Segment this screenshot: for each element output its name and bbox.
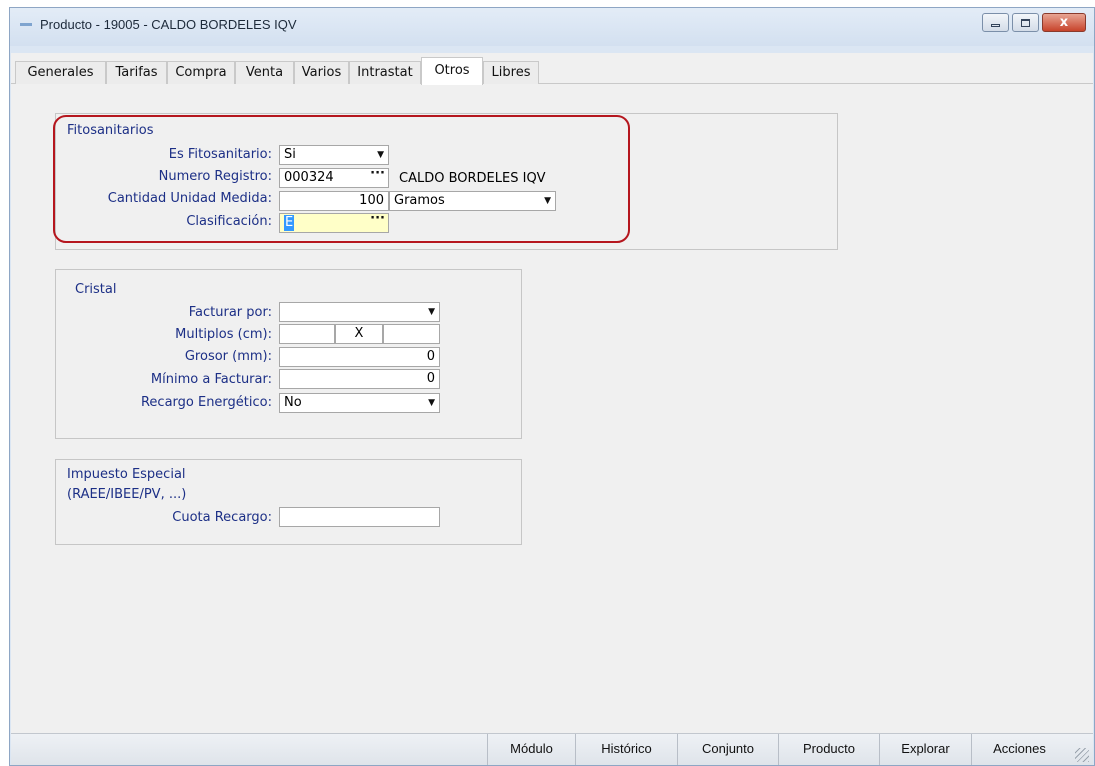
producto-button[interactable]: Producto bbox=[778, 734, 879, 765]
recargo-energetico-label: Recargo Energético: bbox=[140, 395, 272, 410]
tab-varios[interactable]: Varios bbox=[294, 61, 349, 84]
modulo-button[interactable]: Módulo bbox=[487, 734, 575, 765]
chevron-down-icon: ▼ bbox=[377, 150, 384, 160]
multiplos-ancho-input[interactable] bbox=[279, 324, 335, 344]
cuota-recargo-label: Cuota Recargo: bbox=[172, 510, 272, 525]
grosor-input[interactable]: 0 bbox=[279, 347, 440, 367]
tab-compra[interactable]: Compra bbox=[167, 61, 235, 84]
clasificacion-label: Clasificación: bbox=[186, 214, 272, 229]
tab-strip: Generales Tarifas Compra Venta Varios In… bbox=[11, 53, 1093, 85]
conjunto-button[interactable]: Conjunto bbox=[677, 734, 778, 765]
chevron-down-icon: ▼ bbox=[428, 307, 435, 317]
multiplos-label: Multiplos (cm): bbox=[175, 327, 272, 342]
chevron-down-icon: ▼ bbox=[544, 196, 551, 206]
unidad-medida-select[interactable]: Gramos ▼ bbox=[389, 191, 556, 211]
numero-registro-label: Numero Registro: bbox=[158, 169, 272, 184]
window-title: Producto - 19005 - CALDO BORDELES IQV bbox=[40, 17, 297, 32]
tab-intrastat[interactable]: Intrastat bbox=[349, 61, 421, 84]
es-fitosanitario-label: Es Fitosanitario: bbox=[168, 147, 272, 162]
tab-libres[interactable]: Libres bbox=[483, 61, 539, 84]
recargo-energetico-select[interactable]: No ▼ bbox=[279, 393, 440, 413]
facturar-por-label: Facturar por: bbox=[188, 305, 272, 320]
ellipsis-icon[interactable]: ··· bbox=[370, 169, 385, 183]
facturar-por-select[interactable]: ▼ bbox=[279, 302, 440, 322]
tab-tarifas[interactable]: Tarifas bbox=[106, 61, 167, 84]
close-button[interactable]: x bbox=[1042, 13, 1086, 32]
impuesto-title-line2: (RAEE/IBEE/PV, ...) bbox=[67, 487, 187, 502]
numero-registro-value: 000324 bbox=[284, 170, 334, 185]
resize-grip[interactable] bbox=[1075, 748, 1089, 762]
maximize-icon bbox=[1021, 18, 1030, 27]
minimize-button[interactable] bbox=[982, 13, 1009, 32]
cristal-title: Cristal bbox=[75, 282, 117, 297]
numero-registro-input[interactable]: 000324 ··· bbox=[279, 168, 389, 188]
cantidad-unidad-label: Cantidad Unidad Medida: bbox=[107, 191, 272, 206]
cantidad-input[interactable]: 100 bbox=[279, 191, 389, 211]
multiplos-separator: X bbox=[335, 324, 383, 344]
ellipsis-icon[interactable]: ··· bbox=[370, 214, 385, 228]
status-bar: Módulo Histórico Conjunto Producto Explo… bbox=[11, 733, 1093, 765]
registro-description: CALDO BORDELES IQV bbox=[399, 171, 546, 186]
fitosanitarios-title: Fitosanitarios bbox=[67, 123, 154, 138]
impuesto-title-line1: Impuesto Especial bbox=[67, 467, 186, 482]
recargo-energetico-value: No bbox=[284, 395, 302, 410]
clasificacion-value: E bbox=[284, 215, 295, 231]
multiplos-alto-input[interactable] bbox=[383, 324, 440, 344]
clasificacion-input[interactable]: E ··· bbox=[279, 213, 389, 233]
grosor-label: Grosor (mm): bbox=[184, 349, 272, 364]
window-menu-icon[interactable] bbox=[20, 23, 32, 26]
historico-button[interactable]: Histórico bbox=[575, 734, 677, 765]
tab-venta[interactable]: Venta bbox=[235, 61, 294, 84]
es-fitosanitario-select[interactable]: Si ▼ bbox=[279, 145, 389, 165]
tab-otros[interactable]: Otros bbox=[421, 57, 483, 85]
chevron-down-icon: ▼ bbox=[428, 398, 435, 408]
es-fitosanitario-value: Si bbox=[284, 147, 296, 162]
minimize-icon bbox=[991, 24, 1000, 27]
minimo-facturar-label: Mínimo a Facturar: bbox=[150, 372, 272, 387]
acciones-button[interactable]: Acciones bbox=[971, 734, 1067, 765]
minimo-facturar-input[interactable]: 0 bbox=[279, 369, 440, 389]
unidad-medida-value: Gramos bbox=[394, 193, 445, 208]
tab-generales[interactable]: Generales bbox=[15, 61, 106, 84]
title-bar[interactable]: Producto - 19005 - CALDO BORDELES IQV x bbox=[10, 8, 1094, 46]
maximize-button[interactable] bbox=[1012, 13, 1039, 32]
cuota-recargo-input[interactable] bbox=[279, 507, 440, 527]
explorar-button[interactable]: Explorar bbox=[879, 734, 971, 765]
close-icon: x bbox=[1059, 15, 1069, 30]
